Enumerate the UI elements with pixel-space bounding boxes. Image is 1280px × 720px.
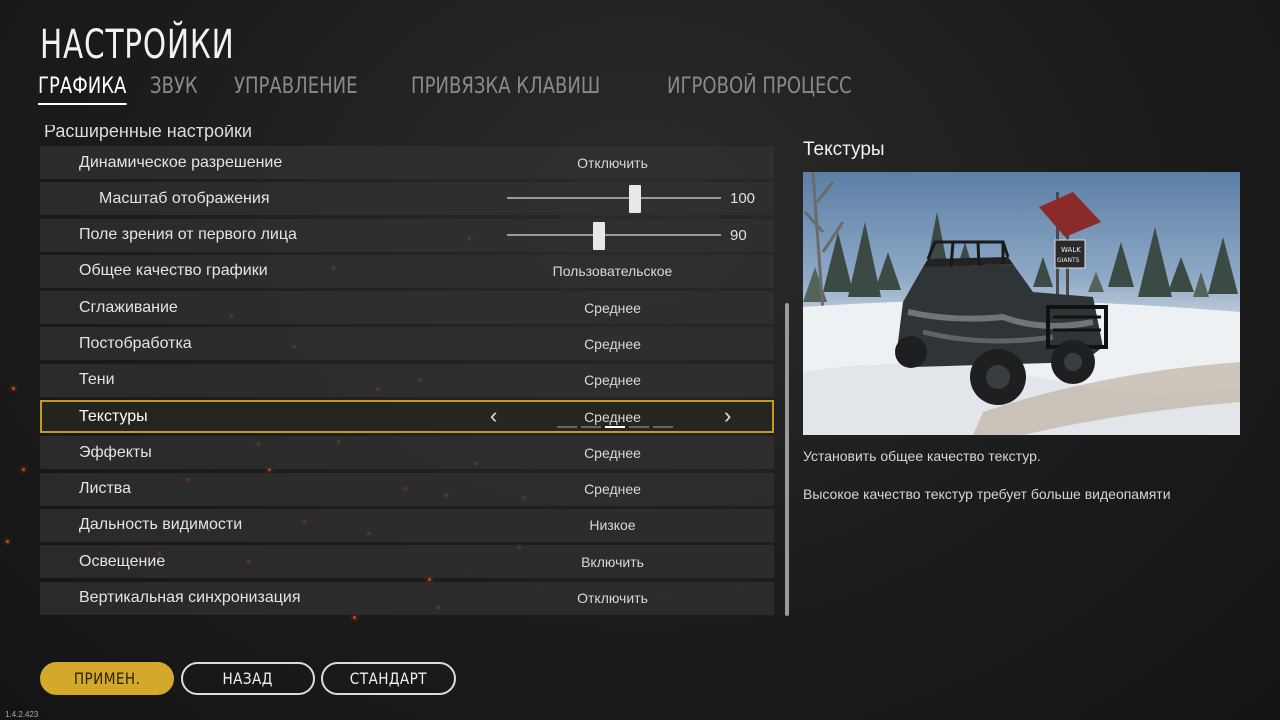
tab-graphics[interactable]: ГРАФИКА <box>38 74 127 105</box>
setting-fov[interactable]: Поле зрения от первого лица 90 <box>40 218 774 252</box>
setting-label: Текстуры <box>79 407 148 425</box>
setting-value[interactable]: Среднее <box>510 445 715 461</box>
back-button-label: НАЗАД <box>222 669 274 688</box>
render-scale-slider[interactable] <box>507 197 721 200</box>
setting-value[interactable]: Среднее <box>510 300 715 316</box>
setting-label: Дальность видимости <box>79 516 243 534</box>
quality-step-dot <box>605 426 625 429</box>
setting-value[interactable]: Включить <box>510 554 715 570</box>
setting-view-distance[interactable]: Дальность видимости Низкое <box>40 508 774 542</box>
chevron-left-icon[interactable]: ‹ <box>490 403 497 429</box>
setting-label: Вертикальная синхронизация <box>79 589 301 607</box>
setting-label: Общее качество графики <box>79 262 268 280</box>
back-button[interactable]: НАЗАД <box>181 662 315 695</box>
setting-effects[interactable]: Эффекты Среднее <box>40 436 774 470</box>
settings-scrollbar[interactable] <box>785 303 789 616</box>
quality-step-dot <box>629 426 649 429</box>
quality-step-dot <box>557 426 577 429</box>
default-button[interactable]: СТАНДАРТ <box>321 662 456 695</box>
setting-dynamic-resolution[interactable]: Динамическое разрешение Отключить <box>40 146 774 179</box>
info-note: Высокое качество текстур требует больше … <box>803 486 1171 502</box>
quality-step-indicator <box>557 426 673 429</box>
setting-render-scale[interactable]: Масштаб отображения 100 <box>40 182 774 216</box>
setting-lighting[interactable]: Освещение Включить <box>40 545 774 579</box>
setting-value[interactable]: Низкое <box>510 517 715 533</box>
section-title: Расширенные настройки <box>44 125 252 141</box>
setting-vsync[interactable]: Вертикальная синхронизация Отключить <box>40 581 774 615</box>
setting-label: Динамическое разрешение <box>79 153 283 171</box>
version-label: 1.4.2.423 <box>5 710 39 719</box>
setting-postprocessing[interactable]: Постобработка Среднее <box>40 327 774 361</box>
setting-label: Освещение <box>79 552 166 570</box>
setting-label: Масштаб отображения <box>99 189 270 207</box>
setting-foliage[interactable]: Листва Среднее <box>40 472 774 506</box>
sign-text: WALK <box>1061 246 1081 254</box>
setting-label: Эффекты <box>79 443 152 461</box>
setting-label: Поле зрения от первого лица <box>79 226 297 244</box>
tab-sound[interactable]: ЗВУК <box>150 74 198 105</box>
setting-label: Листва <box>79 480 131 498</box>
setting-value[interactable]: Среднее <box>510 372 715 388</box>
chevron-right-icon[interactable]: › <box>724 403 731 429</box>
setting-antialiasing[interactable]: Сглаживание Среднее <box>40 291 774 325</box>
setting-label: Постобработка <box>79 334 192 352</box>
slider-thumb[interactable] <box>593 221 606 250</box>
settings-list: Расширенные настройки Динамическое разре… <box>40 125 774 617</box>
setting-shadows[interactable]: Тени Среднее <box>40 363 774 397</box>
setting-value[interactable]: Среднее <box>510 336 715 352</box>
slider-value: 100 <box>730 190 756 208</box>
setting-value[interactable]: Среднее <box>510 481 715 497</box>
slider-thumb[interactable] <box>629 185 642 214</box>
apply-button[interactable]: ПРИМЕН. <box>40 662 174 695</box>
setting-overall-quality[interactable]: Общее качество графики Пользовательское <box>40 254 774 288</box>
setting-value[interactable]: Отключить <box>510 155 715 171</box>
tab-keybindings[interactable]: ПРИВЯЗКА КЛАВИШ <box>411 74 600 105</box>
setting-label: Тени <box>79 371 115 389</box>
slider-value: 90 <box>730 226 747 244</box>
page-title: НАСТРОЙКИ <box>40 22 235 68</box>
default-button-label: СТАНДАРТ <box>349 669 428 688</box>
texture-preview-image: WALK GIANTS <box>803 172 1240 435</box>
fov-slider[interactable] <box>507 233 721 236</box>
setting-value[interactable]: Отключить <box>510 590 715 606</box>
quality-step-dot <box>581 426 601 429</box>
sign-text: GIANTS <box>1057 257 1080 264</box>
apply-button-label: ПРИМЕН. <box>73 669 141 688</box>
info-title: Текстуры <box>803 139 885 160</box>
quality-step-dot <box>653 426 673 429</box>
setting-value[interactable]: Среднее <box>510 409 715 425</box>
setting-value[interactable]: Пользовательское <box>510 263 715 279</box>
setting-textures[interactable]: Текстуры ‹ Среднее › <box>40 400 774 434</box>
tab-gameplay[interactable]: ИГРОВОЙ ПРОЦЕСС <box>667 74 852 105</box>
setting-label: Сглаживание <box>79 298 178 316</box>
info-description: Установить общее качество текстур. <box>803 448 1041 464</box>
tab-controls[interactable]: УПРАВЛЕНИЕ <box>234 74 358 105</box>
settings-tabs: ГРАФИКА ЗВУК УПРАВЛЕНИЕ ПРИВЯЗКА КЛАВИШ … <box>38 74 919 105</box>
